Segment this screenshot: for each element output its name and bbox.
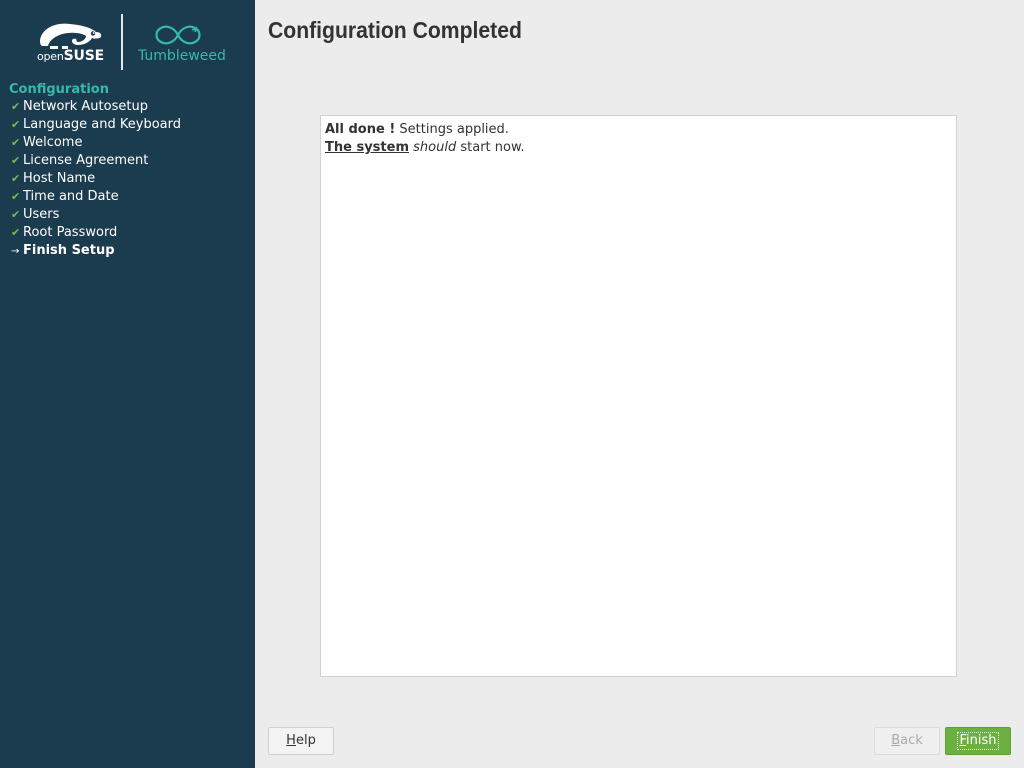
finish-label-suffix: inish bbox=[966, 733, 997, 748]
step-item-language-keyboard: ✔ Language and Keyboard bbox=[11, 116, 181, 134]
step-label: Time and Date bbox=[23, 189, 119, 204]
help-label-suffix: elp bbox=[295, 733, 316, 748]
step-item-finish-setup: → Finish Setup bbox=[11, 242, 181, 260]
check-icon: ✔ bbox=[11, 208, 21, 221]
page-title: Configuration Completed bbox=[268, 17, 522, 43]
help-label-mnemonic: H bbox=[286, 733, 296, 748]
check-icon: ✔ bbox=[11, 118, 21, 131]
step-label: Finish Setup bbox=[23, 243, 115, 258]
tumbleweed-infinity-icon bbox=[155, 25, 201, 45]
arrow-right-icon: → bbox=[11, 246, 20, 257]
step-item-time-date: ✔ Time and Date bbox=[11, 188, 181, 206]
message-bold-underlined: The system bbox=[325, 140, 409, 155]
check-icon: ✔ bbox=[11, 136, 21, 149]
step-item-root-password: ✔ Root Password bbox=[11, 224, 181, 242]
message-italic: should bbox=[413, 140, 457, 155]
step-item-welcome: ✔ Welcome bbox=[11, 134, 181, 152]
step-item-network-autosetup: ✔ Network Autosetup bbox=[11, 98, 181, 116]
opensuse-wordmark: openSUSE bbox=[37, 48, 104, 64]
step-label: Network Autosetup bbox=[23, 99, 148, 114]
step-label: License Agreement bbox=[23, 153, 149, 168]
message-line-2: The system should start now. bbox=[325, 139, 952, 157]
check-icon: ✔ bbox=[11, 100, 21, 113]
message-bold: All done ! bbox=[325, 122, 396, 137]
message-text: start now. bbox=[456, 140, 525, 155]
finish-button[interactable]: Finish bbox=[945, 727, 1011, 755]
step-list: ✔ Network Autosetup ✔ Language and Keyboar… bbox=[11, 98, 181, 260]
back-label-suffix: ack bbox=[900, 733, 923, 748]
logo-area: openSUSE Tumbleweed bbox=[0, 0, 255, 80]
sidebar: openSUSE Tumbleweed Configuration ✔ Netwo… bbox=[0, 0, 255, 768]
check-icon: ✔ bbox=[11, 172, 21, 185]
step-item-license-agreement: ✔ License Agreement bbox=[11, 152, 181, 170]
step-item-users: ✔ Users bbox=[11, 206, 181, 224]
help-button[interactable]: Help bbox=[268, 727, 334, 755]
step-label: Root Password bbox=[23, 225, 118, 240]
check-icon: ✔ bbox=[11, 190, 21, 203]
finish-focus-ring: Finish bbox=[957, 732, 999, 750]
message-panel: All done ! Settings applied. The system … bbox=[320, 115, 957, 677]
step-item-host-name: ✔ Host Name bbox=[11, 170, 181, 188]
back-button[interactable]: Back bbox=[874, 727, 940, 755]
message-line-1: All done ! Settings applied. bbox=[325, 121, 952, 139]
check-icon: ✔ bbox=[11, 154, 21, 167]
step-label: Host Name bbox=[23, 171, 96, 186]
sidebar-title: Configuration bbox=[9, 82, 109, 97]
check-icon: ✔ bbox=[11, 226, 21, 239]
step-label: Users bbox=[23, 207, 60, 222]
step-label: Welcome bbox=[23, 135, 83, 150]
message-text: Settings applied. bbox=[395, 122, 509, 137]
back-label-mnemonic: B bbox=[891, 733, 901, 748]
tumbleweed-label: Tumbleweed bbox=[138, 48, 226, 64]
logo-divider bbox=[121, 14, 123, 70]
step-label: Language and Keyboard bbox=[23, 117, 181, 132]
